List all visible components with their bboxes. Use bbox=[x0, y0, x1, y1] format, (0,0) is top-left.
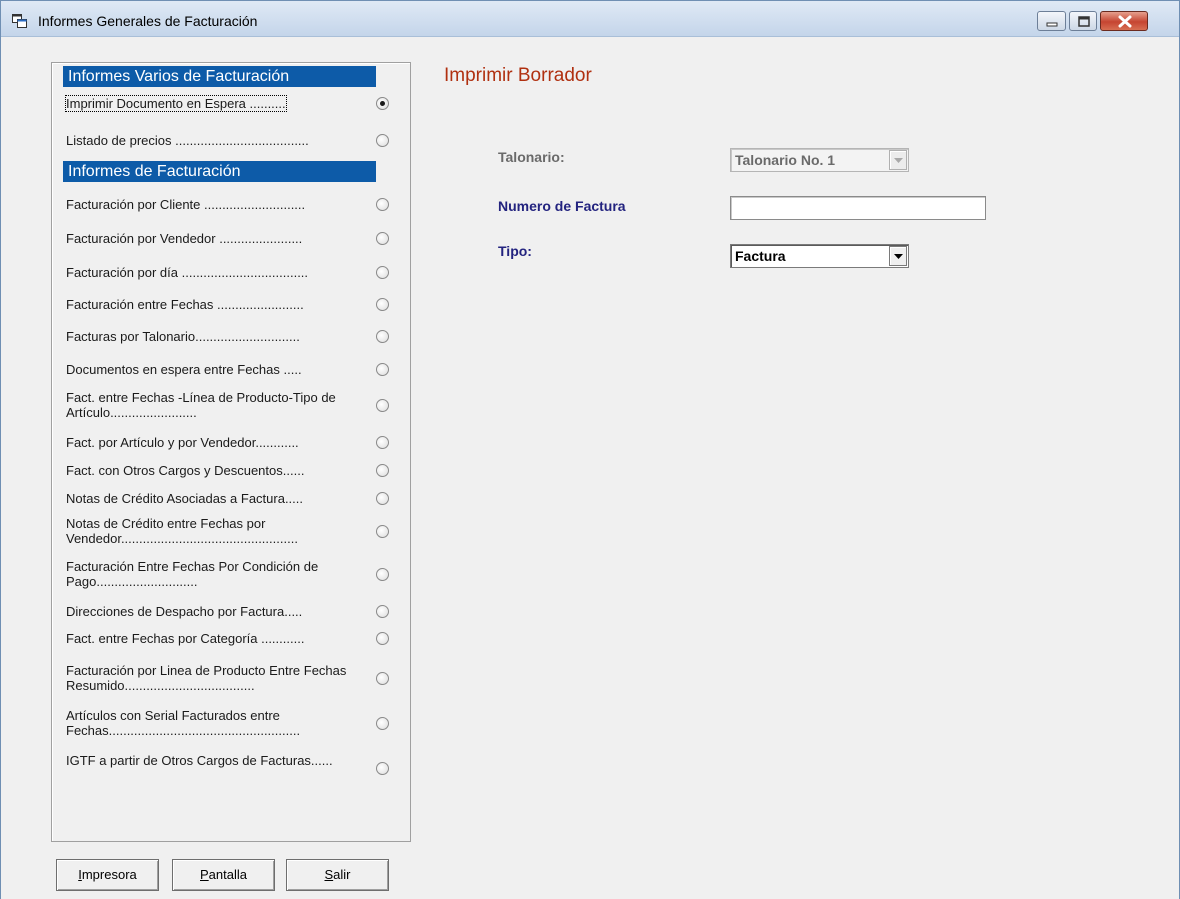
option-label: Direcciones de Despacho por Factura..... bbox=[66, 604, 303, 619]
button-label-rest: alir bbox=[333, 867, 351, 882]
radio-button[interactable] bbox=[376, 232, 389, 245]
talonario-select[interactable]: Talonario No. 1 bbox=[730, 148, 909, 172]
option-label: Facturación Entre Fechas Por Condición d… bbox=[66, 559, 319, 589]
app-window-icon bbox=[12, 14, 28, 28]
option-imprimir-documento-espera[interactable]: Imprimir Documento en Espera .......... bbox=[65, 95, 396, 112]
radio-button[interactable] bbox=[376, 330, 389, 343]
close-icon bbox=[1118, 15, 1132, 28]
radio-button[interactable] bbox=[376, 492, 389, 505]
option-facturacion-cliente[interactable]: Facturación por Cliente ................… bbox=[66, 197, 396, 212]
talonario-label: Talonario: bbox=[498, 149, 565, 165]
option-label: Notas de Crédito entre Fechas por Vended… bbox=[66, 516, 298, 546]
radio-button[interactable] bbox=[376, 198, 389, 211]
radio-button[interactable] bbox=[376, 436, 389, 449]
option-label: Facturación por Linea de Producto Entre … bbox=[66, 663, 347, 693]
section-header-facturacion: Informes de Facturación bbox=[63, 161, 376, 182]
option-fact-articulo-vendedor[interactable]: Fact. por Artículo y por Vendedor.......… bbox=[66, 435, 396, 450]
option-listado-precios[interactable]: Listado de precios .....................… bbox=[66, 133, 396, 148]
option-label: Notas de Crédito Asociadas a Factura....… bbox=[66, 491, 304, 506]
option-label: Fact. entre Fechas -Línea de Producto-Ti… bbox=[66, 390, 336, 420]
option-label: Facturas por Talonario..................… bbox=[66, 329, 300, 344]
button-label-rest: antalla bbox=[208, 867, 247, 882]
window-title: Informes Generales de Facturación bbox=[38, 13, 258, 29]
option-label: Fact. por Artículo y por Vendedor.......… bbox=[66, 435, 299, 450]
radio-button[interactable] bbox=[376, 672, 389, 685]
title-bar[interactable]: Informes Generales de Facturación bbox=[1, 1, 1179, 37]
radio-button[interactable] bbox=[376, 525, 389, 538]
maximize-button[interactable] bbox=[1069, 11, 1097, 31]
tipo-select[interactable]: Factura bbox=[730, 244, 909, 268]
radio-button[interactable] bbox=[376, 762, 389, 775]
numero-factura-input[interactable] bbox=[730, 196, 986, 220]
option-linea-producto-resumido[interactable]: Facturación por Linea de Producto Entre … bbox=[66, 663, 396, 693]
option-label: Fact. entre Fechas por Categoría .......… bbox=[66, 631, 305, 646]
option-label: Documentos en espera entre Fechas ..... bbox=[66, 362, 302, 377]
tipo-value: Factura bbox=[735, 248, 786, 264]
option-label: IGTF a partir de Otros Cargos de Factura… bbox=[66, 753, 333, 768]
option-facturas-talonario[interactable]: Facturas por Talonario..................… bbox=[66, 329, 396, 344]
option-label: Imprimir Documento en Espera .......... bbox=[65, 95, 287, 112]
option-label: Facturación por día ....................… bbox=[66, 265, 309, 280]
option-igtf-otros-cargos[interactable]: IGTF a partir de Otros Cargos de Factura… bbox=[66, 753, 396, 775]
radio-button[interactable] bbox=[376, 363, 389, 376]
impresora-button[interactable]: Impresora bbox=[56, 859, 159, 891]
option-articulos-serial[interactable]: Artículos con Serial Facturados entre Fe… bbox=[66, 708, 396, 738]
option-facturacion-vendedor[interactable]: Facturación por Vendedor ...............… bbox=[66, 231, 396, 246]
client-area: Informes Varios de Facturación Imprimir … bbox=[1, 38, 1179, 899]
chevron-down-icon bbox=[894, 254, 903, 259]
radio-button[interactable] bbox=[376, 717, 389, 730]
pantalla-button[interactable]: Pantalla bbox=[172, 859, 275, 891]
option-facturacion-entre-fechas[interactable]: Facturación entre Fechas ...............… bbox=[66, 297, 396, 312]
option-facturacion-condicion-pago[interactable]: Facturación Entre Fechas Por Condición d… bbox=[66, 559, 396, 589]
option-label: Artículos con Serial Facturados entre Fe… bbox=[66, 708, 301, 738]
tipo-label: Tipo: bbox=[498, 243, 532, 259]
talonario-dropdown-button[interactable] bbox=[889, 150, 907, 170]
radio-button[interactable] bbox=[376, 97, 389, 110]
option-label: Facturación por Vendedor ...............… bbox=[66, 231, 303, 246]
option-label: Fact. con Otros Cargos y Descuentos.....… bbox=[66, 463, 305, 478]
option-notas-credito-factura[interactable]: Notas de Crédito Asociadas a Factura....… bbox=[66, 491, 396, 506]
radio-button[interactable] bbox=[376, 266, 389, 279]
mnemonic-letter: S bbox=[324, 867, 334, 882]
restore-icon bbox=[1078, 16, 1090, 27]
option-label: Listado de precios .....................… bbox=[66, 133, 309, 148]
radio-button[interactable] bbox=[376, 568, 389, 581]
minimize-button[interactable] bbox=[1037, 11, 1066, 31]
chevron-down-icon bbox=[894, 158, 903, 163]
radio-button[interactable] bbox=[376, 464, 389, 477]
option-facturacion-dia[interactable]: Facturación por día ....................… bbox=[66, 265, 396, 280]
minimize-icon bbox=[1046, 22, 1058, 27]
mnemonic-letter: P bbox=[200, 867, 209, 882]
tipo-dropdown-button[interactable] bbox=[889, 246, 907, 266]
report-options-panel: Informes Varios de Facturación Imprimir … bbox=[51, 62, 411, 842]
button-label-rest: mpresora bbox=[81, 867, 137, 882]
option-label: Facturación por Cliente ................… bbox=[66, 197, 306, 212]
salir-button[interactable]: Salir bbox=[286, 859, 389, 891]
numero-factura-label: Numero de Factura bbox=[498, 198, 626, 214]
report-title: Imprimir Borrador bbox=[444, 65, 592, 86]
option-notas-credito-vendedor[interactable]: Notas de Crédito entre Fechas por Vended… bbox=[66, 516, 396, 546]
radio-button[interactable] bbox=[376, 134, 389, 147]
option-label: Facturación entre Fechas ...............… bbox=[66, 297, 304, 312]
radio-button[interactable] bbox=[376, 298, 389, 311]
close-button[interactable] bbox=[1100, 11, 1148, 31]
main-window: Informes Generales de Facturación Inform… bbox=[0, 0, 1180, 899]
option-fact-linea-producto-tipo[interactable]: Fact. entre Fechas -Línea de Producto-Ti… bbox=[66, 390, 396, 420]
radio-button[interactable] bbox=[376, 632, 389, 645]
radio-button[interactable] bbox=[376, 605, 389, 618]
option-fact-otros-cargos[interactable]: Fact. con Otros Cargos y Descuentos.....… bbox=[66, 463, 396, 478]
talonario-value: Talonario No. 1 bbox=[735, 152, 836, 168]
option-direcciones-despacho[interactable]: Direcciones de Despacho por Factura..... bbox=[66, 604, 396, 619]
option-fact-categoria[interactable]: Fact. entre Fechas por Categoría .......… bbox=[66, 631, 396, 646]
section-header-varios: Informes Varios de Facturación bbox=[63, 66, 376, 87]
option-documentos-espera-fechas[interactable]: Documentos en espera entre Fechas ..... bbox=[66, 362, 396, 377]
radio-button[interactable] bbox=[376, 399, 389, 412]
